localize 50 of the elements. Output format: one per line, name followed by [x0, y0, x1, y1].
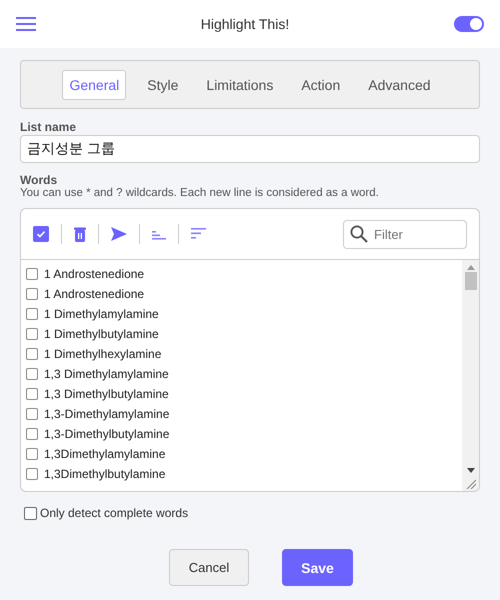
word-item: 1 Dimethylamylamine: [44, 307, 159, 321]
tab[interactable]: Advanced: [361, 70, 438, 100]
trash-icon[interactable]: [74, 226, 86, 242]
word-item: 1,3 Dimethylamylamine: [44, 367, 169, 381]
resize-grip-icon[interactable]: [466, 479, 476, 489]
word-item: 1,3Dimethylbutylamine: [44, 467, 166, 481]
scrollbar[interactable]: [462, 260, 479, 491]
scrollbar-thumb[interactable]: [464, 272, 476, 290]
hint-text: You can use * and ? wildcards. Each new line is considered as a word.: [20, 187, 380, 199]
app-title: Highlight This!: [200, 16, 290, 32]
field-label: List name: [20, 120, 78, 134]
tab[interactable]: Style: [140, 70, 186, 100]
save-button[interactable]: Save: [282, 549, 353, 586]
checkbox[interactable]: [26, 428, 38, 440]
checkbox[interactable]: [26, 448, 38, 460]
checkbox[interactable]: [26, 328, 38, 340]
sort-ascending-icon[interactable]: [152, 228, 166, 240]
word-item: 1 Dimethylhexylamine: [44, 347, 162, 361]
checkbox[interactable]: [26, 308, 38, 320]
word-item: 1 Dimethylbutylamine: [44, 327, 159, 341]
word-item: 1 Androstenedione: [44, 267, 144, 281]
checkbox[interactable]: [26, 288, 38, 300]
scroll-up-icon[interactable]: [466, 265, 474, 270]
scroll-down-icon[interactable]: [466, 468, 474, 473]
enable-toggle[interactable]: [454, 16, 484, 32]
field-label: Words: [20, 173, 58, 187]
search-icon: [350, 224, 368, 242]
word-item: 1,3-Dimethylbutylamine: [44, 427, 170, 441]
checkbox[interactable]: [26, 268, 38, 280]
list-name-field[interactable]: 금지성분 그룹: [20, 135, 480, 163]
filter-field[interactable]: Filter: [343, 220, 467, 248]
send-icon[interactable]: [111, 227, 127, 241]
checkbox[interactable]: [26, 368, 38, 380]
word-item: 1,3 Dimethylbutylamine: [44, 387, 169, 401]
checkbox[interactable]: [26, 388, 38, 400]
menu-icon[interactable]: [16, 16, 36, 32]
sort-descending-icon[interactable]: [191, 228, 206, 240]
word-item: 1 Androstenedione: [44, 287, 144, 301]
cancel-button[interactable]: Cancel: [169, 549, 249, 586]
select-all-icon[interactable]: [33, 226, 49, 242]
checkbox[interactable]: [26, 348, 38, 360]
tab[interactable]: Limitations: [199, 70, 280, 100]
checkbox[interactable]: [24, 506, 37, 520]
word-item: 1,3-Dimethylamylamine: [44, 407, 170, 421]
word-item: 1,3Dimethylamylamine: [44, 447, 166, 461]
checkbox-label: Only detect complete words: [40, 506, 188, 520]
checkbox[interactable]: [26, 408, 38, 420]
checkbox[interactable]: [26, 468, 38, 480]
tab[interactable]: General: [62, 70, 126, 100]
tab[interactable]: Action: [294, 70, 348, 100]
